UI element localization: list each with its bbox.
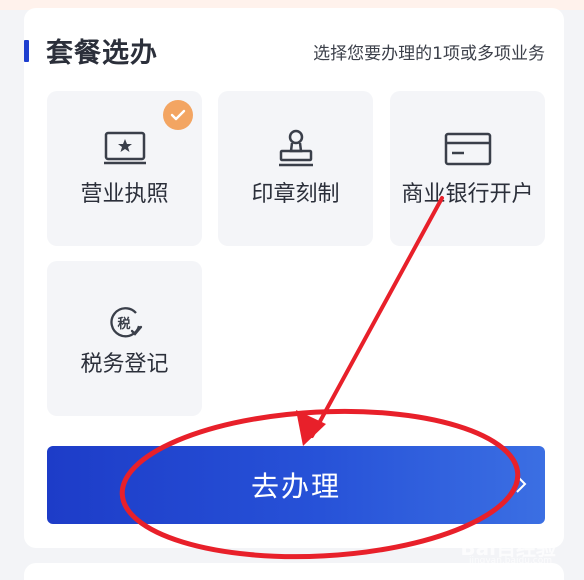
package-card: 套餐选办 选择您要办理的1项或多项业务 营业执照 印章刻制 商业银行开户 税 税… <box>24 8 564 548</box>
tax-icon: 税 <box>101 299 149 347</box>
service-tax-registration[interactable]: 税 税务登记 <box>47 261 202 416</box>
service-stamp-making[interactable]: 印章刻制 <box>218 91 373 246</box>
section-subtitle: 选择您要办理的1项或多项业务 <box>313 44 545 64</box>
service-label: 营业执照 <box>80 182 169 207</box>
watermark-url: jingyan.baidu.com <box>468 556 552 566</box>
tax-glyph: 税 <box>117 316 130 332</box>
license-icon <box>101 125 149 173</box>
service-label: 商业银行开户 <box>401 182 534 207</box>
chevron-right-icon <box>515 474 527 498</box>
stamp-icon <box>272 125 320 173</box>
proceed-button-label: 去办理 <box>250 470 341 503</box>
bank-card-icon <box>444 125 492 173</box>
section-title: 套餐选办 <box>46 38 158 69</box>
proceed-button[interactable]: 去办理 <box>47 446 545 524</box>
selected-check-icon <box>163 100 193 130</box>
service-label: 税务登记 <box>80 352 169 377</box>
service-label: 印章刻制 <box>251 182 340 207</box>
service-bank-account[interactable]: 商业银行开户 <box>390 91 545 246</box>
title-accent-bar <box>24 40 29 62</box>
service-business-license[interactable]: 营业执照 <box>47 91 202 246</box>
